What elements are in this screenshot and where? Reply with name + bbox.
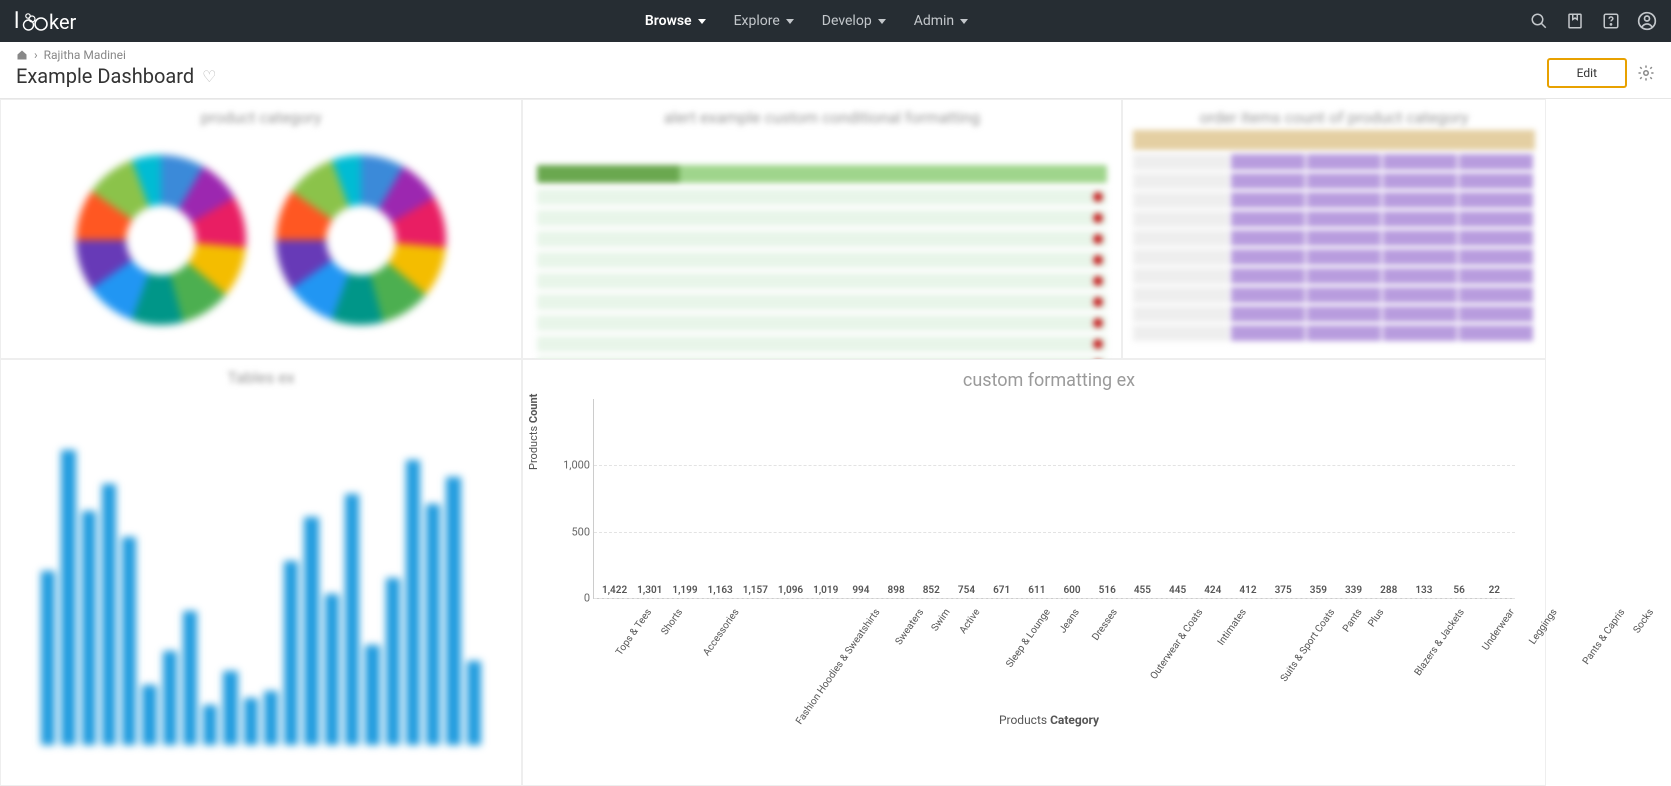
nav-explore[interactable]: Explore (734, 13, 794, 29)
breadcrumb-parent[interactable]: Rajitha Madinei (44, 48, 126, 62)
bar-value-label: 1,163 (708, 585, 733, 596)
bar-value-label: 133 (1415, 585, 1432, 596)
bar-value-label: 611 (1028, 585, 1045, 596)
logo[interactable]: l ker (14, 9, 84, 33)
x-tick-label: Accessories (702, 607, 823, 715)
help-icon[interactable] (1601, 11, 1621, 31)
tile-tables-ex: Tables ex (0, 359, 522, 786)
nav-browse-label: Browse (645, 13, 692, 29)
x-axis-labels: Tops & TeesShortsAccessoriesFashion Hood… (593, 599, 1515, 709)
donut-chart-1 (76, 155, 246, 325)
bar-value-label: 671 (993, 585, 1010, 596)
svg-text:l: l (14, 9, 19, 33)
bar-value-label: 994 (852, 585, 869, 596)
bar-value-label: 412 (1239, 585, 1256, 596)
nav-develop-label: Develop (822, 13, 872, 29)
bar-value-label: 852 (923, 585, 940, 596)
subheader: › Rajitha Madinei Example Dashboard ♡ Ed… (0, 42, 1671, 99)
blurred-bar-chart (41, 410, 481, 745)
svg-text:ker: ker (49, 10, 77, 33)
bar-value-label: 288 (1380, 585, 1397, 596)
account-icon[interactable] (1637, 11, 1657, 31)
favorite-icon[interactable]: ♡ (202, 67, 216, 86)
bar-value-label: 359 (1310, 585, 1327, 596)
blurred-table (523, 135, 1121, 373)
tile-pivot: order items count of product category (1122, 99, 1546, 359)
tile-custom-formatting: custom formatting ex Products Count 1,42… (522, 359, 1546, 786)
nav-admin[interactable]: Admin (914, 13, 968, 29)
chevron-right-icon: › (34, 48, 38, 62)
edit-button[interactable]: Edit (1547, 58, 1627, 88)
bar-value-label: 1,096 (778, 585, 803, 596)
chart-plot-area: 1,422 1,301 1,199 1,163 1,157 1,096 1,019 994 89… (593, 399, 1515, 599)
page-title: Example Dashboard (16, 64, 194, 88)
settings-icon[interactable] (1637, 64, 1655, 82)
logo-mark-icon: l ker (14, 9, 84, 33)
blurred-pivot (1133, 130, 1535, 341)
bar-value-label: 339 (1345, 585, 1362, 596)
bar-value-label: 898 (888, 585, 905, 596)
y-tick: 0 (552, 592, 590, 605)
bar-value-label: 516 (1099, 585, 1116, 596)
bar-value-label: 56 (1453, 585, 1464, 596)
nav-explore-label: Explore (734, 13, 780, 29)
nav-develop[interactable]: Develop (822, 13, 886, 29)
tile-product-category: product category (0, 99, 522, 359)
dashboard-body: product category alert example custom co… (0, 99, 1671, 786)
search-icon[interactable] (1529, 11, 1549, 31)
nav-browse[interactable]: Browse (645, 13, 706, 29)
home-icon[interactable] (16, 49, 28, 61)
y-axis-title: Products Count (527, 394, 540, 470)
tile-title: Tables ex (1, 360, 521, 395)
bar-value-label: 445 (1169, 585, 1186, 596)
bar-value-label: 375 (1275, 585, 1292, 596)
tile-conditional-formatting: alert example custom conditional formatt… (522, 99, 1122, 359)
bar-value-label: 754 (958, 585, 975, 596)
nav-center: Browse Explore Develop Admin (84, 13, 1529, 29)
breadcrumb: › Rajitha Madinei Example Dashboard ♡ (16, 48, 216, 88)
bar-value-label: 1,199 (672, 585, 697, 596)
bar-value-label: 22 (1489, 585, 1500, 596)
nav-admin-label: Admin (914, 13, 954, 29)
bar-value-label: 1,301 (637, 585, 662, 596)
tile-title: alert example custom conditional formatt… (523, 100, 1121, 135)
tile-title: product category (1, 100, 521, 135)
bar-value-label: 600 (1063, 585, 1080, 596)
donut-chart-2 (276, 155, 446, 325)
bar-value-label: 1,157 (743, 585, 768, 596)
y-tick: 1,000 (552, 459, 590, 472)
bar-value-label: 1,019 (813, 585, 838, 596)
chart-title: custom formatting ex (573, 370, 1525, 391)
bar-value-label: 424 (1204, 585, 1221, 596)
bookmark-icon[interactable] (1565, 11, 1585, 31)
nav-right (1529, 11, 1657, 31)
chart-bars: 1,422 1,301 1,199 1,163 1,157 1,096 1,019 994 89… (594, 399, 1515, 598)
top-nav: l ker Browse Explore Develop Admin (0, 0, 1671, 42)
bar-value-label: 1,422 (602, 585, 627, 596)
bar-value-label: 455 (1134, 585, 1151, 596)
y-tick: 500 (552, 525, 590, 538)
